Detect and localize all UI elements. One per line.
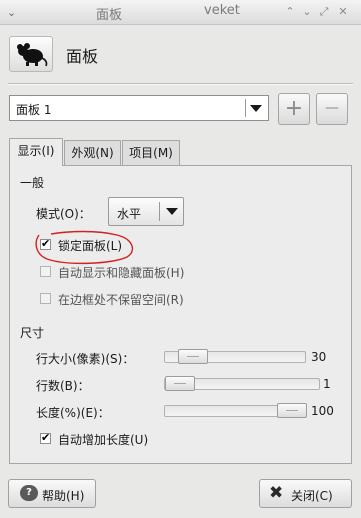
mode-label: 模式(O)： — [36, 207, 91, 221]
close-icon: ✖ — [269, 483, 284, 503]
mode-select-value: 水平 — [117, 207, 142, 221]
close-icon[interactable]: ✕ — [336, 5, 350, 19]
length-slider-handle[interactable] — [277, 403, 307, 418]
autohide-label: 自动显示和隐藏面板(H) — [58, 266, 185, 280]
no-reserve-space-label: 在边框处不保留空间(R) — [58, 293, 184, 307]
title-bar: ⌄ 面板 veket ⌃ ⌄ ⤢ ✕ — [0, 0, 361, 25]
row-size-slider[interactable] — [164, 349, 306, 364]
help-button-label: 帮助(H) — [42, 489, 85, 503]
lock-panel-checkbox[interactable]: ✔ — [40, 237, 51, 250]
help-icon: ? — [20, 485, 38, 501]
rows-value: 1 — [323, 377, 331, 391]
minimize-icon[interactable]: ⌄ — [300, 5, 314, 19]
maximize-icon[interactable]: ⤢ — [317, 5, 331, 19]
autohide-checkbox[interactable] — [40, 266, 51, 277]
tab-items[interactable]: 项目(M) — [122, 140, 180, 165]
help-button[interactable]: ? 帮助(H) — [8, 479, 96, 508]
mode-select-separator — [159, 202, 160, 221]
close-button[interactable]: ✖ 关闭(C) — [259, 479, 352, 508]
mouse-icon — [9, 36, 53, 72]
minus-icon: — — [325, 100, 339, 116]
window-menu-icon[interactable]: ⌄ — [7, 6, 16, 19]
length-slider[interactable] — [164, 403, 307, 418]
checkmark-icon: ✔ — [41, 431, 51, 444]
rows-slider-handle[interactable] — [165, 376, 195, 391]
autogrow-checkbox[interactable]: ✔ — [40, 431, 51, 444]
chevron-down-icon — [166, 208, 178, 215]
mode-select[interactable]: 水平 — [108, 197, 184, 226]
general-heading: 一般 — [20, 176, 45, 190]
rows-label: 行数(B)： — [36, 379, 90, 393]
plus-icon: + — [284, 96, 304, 121]
app-name: veket — [204, 3, 240, 18]
rows-slider[interactable] — [164, 376, 320, 391]
tab-appearance[interactable]: 外观(N) — [64, 140, 121, 165]
row-size-slider-handle[interactable] — [178, 349, 208, 364]
panel-select[interactable]: 面板 1 — [9, 95, 269, 121]
chevron-down-icon — [250, 105, 262, 112]
checkmark-icon: ✔ — [41, 237, 51, 250]
close-button-label: 关闭(C) — [291, 489, 333, 503]
autogrow-label: 自动增加长度(U) — [58, 433, 149, 447]
panel-select-separator — [245, 99, 246, 117]
tab-display[interactable]: 显示(I) — [9, 138, 63, 166]
shade-icon[interactable]: ⌃ — [283, 5, 297, 19]
add-panel-button[interactable]: + — [278, 93, 310, 125]
window-title: 面板 — [96, 8, 123, 23]
header-divider — [8, 83, 353, 85]
size-heading: 尺寸 — [20, 326, 45, 340]
length-value: 100 — [311, 404, 334, 418]
lock-panel-label: 锁定面板(L) — [58, 239, 123, 253]
page-title: 面板 — [66, 47, 99, 66]
panel-select-value: 面板 1 — [16, 103, 52, 117]
no-reserve-space-checkbox[interactable] — [40, 293, 51, 304]
row-size-label: 行大小(像素)(S)： — [36, 352, 135, 366]
row-size-value: 30 — [311, 350, 327, 364]
length-label: 长度(%)(E)： — [36, 406, 110, 420]
remove-panel-button[interactable]: — — [316, 93, 348, 125]
